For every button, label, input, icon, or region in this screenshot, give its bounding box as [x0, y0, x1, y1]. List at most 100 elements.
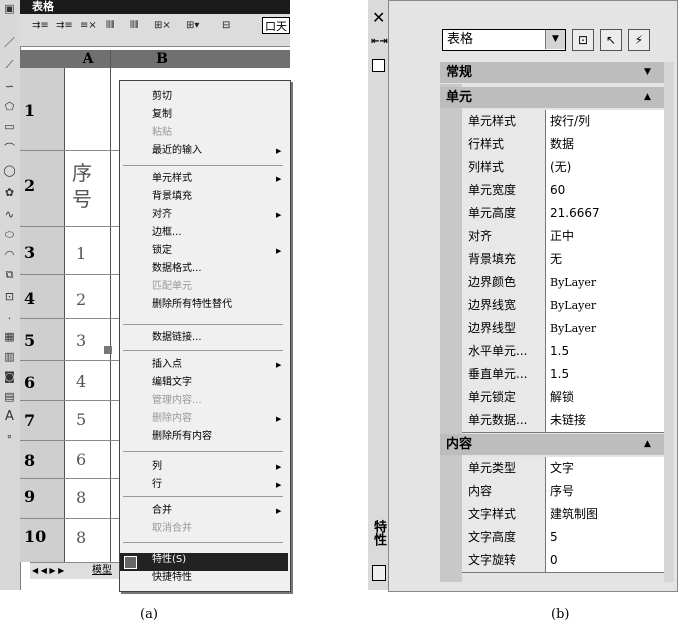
polyline-tool-icon[interactable]: ⟋ [2, 58, 17, 72]
collapse-icon[interactable]: ▲ [644, 92, 651, 102]
property-row[interactable]: 垂直单元... 1.5 [462, 363, 664, 387]
menu-item[interactable]: 编辑文字 [152, 374, 192, 392]
row-header[interactable]: 9 [24, 487, 64, 506]
property-row[interactable]: 文字高度 5 [462, 526, 664, 550]
menu-item[interactable]: 数据链接... [152, 329, 202, 347]
property-value[interactable]: 0 [550, 549, 558, 572]
menu-item[interactable]: 列 [152, 458, 162, 476]
property-value[interactable]: 21.6667 [550, 202, 600, 225]
property-row[interactable]: 背景填充无 [462, 248, 664, 272]
property-value[interactable]: 5 [550, 526, 558, 549]
property-value[interactable]: 文字 [550, 457, 574, 480]
cell-a3[interactable]: 1 [76, 244, 86, 263]
cell-a9[interactable]: 8 [76, 488, 86, 507]
menu-item[interactable]: 特性(S) [152, 551, 186, 569]
property-row[interactable]: 文字样式 建筑制图 [462, 503, 664, 527]
ellipse-arc-tool-icon[interactable]: ◠ [2, 248, 17, 262]
section-header[interactable]: 常规 [440, 62, 664, 83]
cell-a6[interactable]: 4 [76, 372, 86, 391]
ellipse-tool-icon[interactable]: ⬭ [2, 228, 17, 242]
row-header[interactable]: 5 [24, 331, 64, 350]
tab-model[interactable]: 模型 [92, 563, 112, 579]
toolbar-icon[interactable]: ▣ [2, 2, 17, 16]
menu-item[interactable]: 复制 [152, 106, 172, 124]
menu-item[interactable]: 合并 [152, 502, 172, 520]
menu-item[interactable]: 删除所有内容 [152, 428, 212, 446]
cell-a8[interactable]: 6 [76, 450, 86, 469]
property-value[interactable]: (无) [550, 156, 571, 179]
insert-col-right-icon[interactable]: ⫴⫴ [130, 18, 138, 34]
property-value[interactable]: 按行/列 [550, 110, 590, 133]
property-row[interactable]: 行样式 数据 [462, 133, 664, 157]
property-value[interactable]: 无 [550, 248, 562, 271]
property-row[interactable]: 单元样式 按行/列 [462, 110, 664, 134]
menu-item[interactable]: 边框... [152, 224, 182, 242]
collapse-icon[interactable]: ▲ [644, 439, 651, 449]
column-header-a[interactable]: A [66, 51, 110, 67]
property-value[interactable]: 解锁 [550, 386, 574, 409]
property-value[interactable]: ByLayer [550, 294, 596, 317]
quick-select-icon[interactable]: ⚡ [628, 29, 650, 51]
menu-item[interactable]: 剪切 [152, 88, 172, 106]
menu-item[interactable]: 背景填充 [152, 188, 192, 206]
property-row[interactable]: 边界颜色 ByLayer [462, 271, 664, 295]
region-tool-icon[interactable]: ◙ [2, 370, 17, 384]
menu-item[interactable]: 删除所有特性替代 [152, 296, 232, 314]
property-row[interactable]: 文字旋转 0 [462, 549, 664, 573]
menu-item[interactable]: 锁定 [152, 242, 172, 260]
tab-nav-arrows[interactable]: ◀ ◀ ▶ ▶ [32, 563, 64, 579]
property-row[interactable]: 单元类型 文字 [462, 457, 664, 481]
row-header[interactable]: 6 [24, 373, 64, 392]
row-header[interactable]: 2 [24, 176, 64, 195]
property-value[interactable]: 数据 [550, 133, 574, 156]
menu-item[interactable]: 数据格式... [152, 260, 202, 278]
mtext-tool-icon[interactable]: A [2, 410, 17, 424]
make-block-icon[interactable]: ⊡ [2, 290, 17, 304]
point-tool-icon[interactable]: · [2, 312, 17, 326]
cell-border-icon[interactable]: ⊟ [222, 18, 230, 34]
property-value[interactable]: 1.5 [550, 340, 569, 363]
row-header[interactable]: 3 [24, 243, 64, 262]
expand-icon[interactable]: ▼ [644, 67, 651, 77]
autohide-icon[interactable]: ⇤⇥ [371, 36, 388, 47]
select-objects-icon[interactable]: ↖ [600, 29, 622, 51]
property-value[interactable]: 未链接 [550, 409, 586, 432]
line-tool-icon[interactable]: ／ [2, 36, 17, 50]
cell-a4[interactable]: 2 [76, 290, 86, 309]
add-selected-icon[interactable]: ∘ [2, 430, 17, 444]
wave-tool-icon[interactable]: ∿ [2, 208, 17, 222]
row-header[interactable]: 1 [24, 101, 64, 120]
property-row[interactable]: 对齐 正中 [462, 225, 664, 249]
property-row[interactable]: 单元高度 21.6667 [462, 202, 664, 226]
property-row[interactable]: 单元宽度 60 [462, 179, 664, 203]
grip-handle[interactable] [104, 346, 112, 354]
insert-col-left-icon[interactable]: ⫴⫴ [106, 18, 114, 34]
menu-item[interactable]: 插入点 [152, 356, 182, 374]
menu-item[interactable]: 单元样式 [152, 170, 192, 188]
property-value[interactable]: 1.5 [550, 363, 569, 386]
column-header-b[interactable]: B [112, 51, 212, 67]
palette-menu-icon[interactable] [372, 59, 385, 72]
cell-a2[interactable]: 序号 [72, 160, 102, 212]
arc-tool-icon[interactable]: ⌒ [2, 142, 17, 156]
property-value[interactable]: 60 [550, 179, 565, 202]
chevron-down-icon[interactable]: ▼ [545, 30, 565, 49]
hatch-tool-icon[interactable]: ▦ [2, 330, 17, 344]
text-style-field[interactable]: 口天 [262, 17, 290, 34]
row-header[interactable]: 8 [24, 451, 64, 470]
insert-row-below-icon[interactable]: ⇉≡ [56, 18, 73, 34]
cell-a7[interactable]: 5 [76, 410, 86, 429]
insert-row-above-icon[interactable]: ⇉≡ [32, 18, 49, 34]
cell-a5[interactable]: 3 [76, 331, 86, 350]
table-tool-icon[interactable]: ▤ [2, 390, 17, 404]
menu-item[interactable]: 快捷特性 [152, 569, 192, 587]
property-value[interactable]: ByLayer [550, 317, 596, 340]
close-icon[interactable]: ✕ [372, 8, 385, 27]
insert-block-icon[interactable]: ⧉ [2, 268, 17, 282]
row-header[interactable]: 4 [24, 289, 64, 308]
menu-item[interactable]: 对齐 [152, 206, 172, 224]
property-row[interactable]: 内容 序号 [462, 480, 664, 504]
property-row[interactable]: 单元数据... 未链接 [462, 409, 664, 433]
property-value[interactable]: 正中 [550, 225, 574, 248]
delete-row-icon[interactable]: ≡⨯ [80, 18, 97, 34]
